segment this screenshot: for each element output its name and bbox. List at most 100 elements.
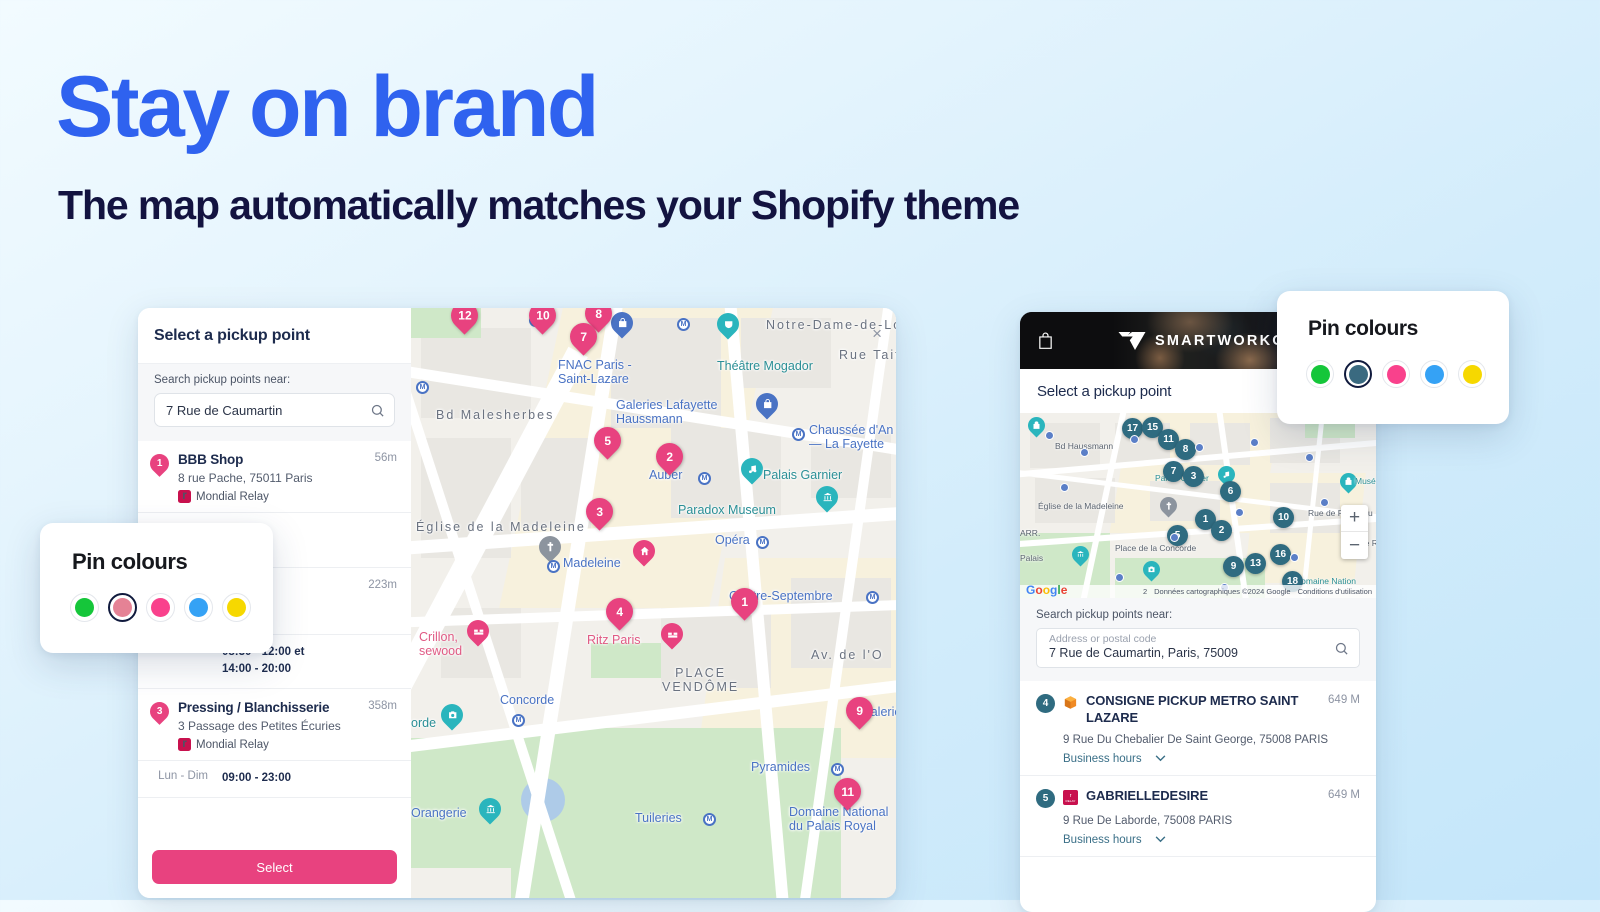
chevron-down-icon [1155, 755, 1165, 762]
colour-swatch-group[interactable] [70, 593, 273, 622]
page-headline: Stay on brand [56, 59, 599, 155]
search-input-placeholder: Address or postal code [1049, 632, 1157, 645]
colour-swatch-yellow[interactable] [1458, 360, 1486, 388]
map-zoom-controls[interactable]: + − [1341, 505, 1368, 559]
map-pin[interactable]: 6 [1220, 481, 1241, 502]
pickup-point-distance: 649 M [1328, 694, 1360, 706]
map-label: Église de la Madeleine [1038, 501, 1124, 511]
pin-colours-popover-dark: Pin colours [1277, 291, 1509, 424]
colour-swatch-blue[interactable] [1420, 360, 1448, 388]
map-pin[interactable]: 3 [1183, 466, 1204, 487]
carrier-name: Mondial Relay [196, 490, 269, 503]
list-item[interactable]: 5 r RELAY GABRIELLEDESIRE 649 M 9 Rue De Labo… [1020, 776, 1376, 857]
search-input-value: 7 Rue de Caumartin, Paris, 75009 [1049, 646, 1238, 661]
smartworkout-mark-icon [1118, 331, 1146, 350]
pickup-point-list[interactable]: 4 CONSIGNE PICKUP METRO SAINT LAZARE 649 M… [1020, 681, 1376, 857]
metro-icon [1170, 533, 1179, 542]
colour-swatch-group[interactable] [1306, 360, 1509, 388]
colour-swatch-teal[interactable] [1344, 360, 1372, 388]
page-subheadline: The map automatically matches your Shopi… [58, 182, 1020, 228]
map-label: Domaine National du Palais Royal [789, 805, 889, 834]
metro-icon [1045, 431, 1054, 440]
pickup-point-distance: 56m [374, 452, 397, 464]
shopping-bag-icon[interactable] [1037, 331, 1054, 350]
panel-footer: Select [138, 840, 411, 898]
map-terms-link[interactable]: Conditions d'utilisation [1298, 587, 1372, 596]
metro-icon: M [866, 591, 879, 604]
pickup-point-name: CONSIGNE PICKUP METRO SAINT LAZARE [1086, 693, 1299, 725]
colour-swatch-green[interactable] [70, 593, 99, 622]
list-item[interactable]: 4 CONSIGNE PICKUP METRO SAINT LAZARE 649 M… [1020, 681, 1376, 776]
colour-swatch-rose[interactable] [108, 593, 137, 622]
metro-icon [1130, 435, 1139, 444]
colour-swatch-pink[interactable] [1382, 360, 1410, 388]
list-item[interactable]: 3 Pressing / Blanchisserie 358m 3 Passage d… [138, 689, 411, 762]
zoom-in-button[interactable]: + [1341, 505, 1368, 532]
map-label: Bd Malesherbes [436, 408, 555, 422]
pin-marker: 4 [1036, 694, 1055, 713]
map-pin[interactable]: 10 [1273, 507, 1294, 528]
pickup-point-distance: 358m [368, 700, 397, 713]
map-light[interactable]: M M M M M M M M M M M FNAC Paris -Saint-… [411, 308, 896, 898]
search-icon [371, 404, 384, 417]
search-section: Search pickup points near: 7 Rue de Caum… [138, 363, 411, 441]
chevron-down-icon [1155, 836, 1165, 843]
business-hours-toggle[interactable]: Business hours [1063, 834, 1360, 846]
metro-icon [1235, 508, 1244, 517]
pickup-point-address: 9 Rue De Laborde, 75008 PARIS [1063, 814, 1233, 827]
search-input[interactable]: 7 Rue de Caumartin [154, 393, 395, 427]
pickup-point-name: Pressing / Blanchisserie [178, 700, 330, 716]
map-label: Galeries Lafayette Haussmann [616, 398, 718, 427]
map-label: Crillon, sewood [419, 630, 463, 659]
map-label: PLACE VENDÔME [662, 666, 740, 695]
map-pin[interactable]: 16 [1270, 544, 1291, 565]
metro-icon [1115, 573, 1124, 582]
map-pin[interactable]: 9 [1223, 556, 1244, 577]
opening-hours-row: Lun - Dim 09:00 - 23:00 [138, 761, 411, 799]
mondial-relay-icon: r [178, 738, 191, 752]
colour-swatch-green[interactable] [1306, 360, 1334, 388]
map-label: FNAC Paris - Saint-Lazare [558, 358, 632, 387]
map-label: Théâtre Mogador [717, 359, 813, 373]
map-label: Madeleine [563, 556, 621, 570]
list-item[interactable]: 1 BBB Shop 56m 8 rue Pache, 75011 Paris r Mon… [138, 441, 411, 513]
map-dark-theme[interactable]: Bd Haussmann Palais Garnier Église de la M… [1020, 413, 1376, 598]
pickup-point-name: BBB Shop [178, 452, 244, 467]
pin-marker: 3 [146, 698, 173, 726]
colour-swatch-pink[interactable] [146, 593, 175, 622]
pickup-point-address: 8 rue Pache, 75011 Paris [178, 471, 313, 485]
map-label: ARR. [1020, 528, 1041, 538]
metro-icon [1290, 553, 1299, 562]
search-icon [1335, 642, 1348, 655]
select-button[interactable]: Select [152, 850, 397, 884]
map-label: Rue Taitbout [839, 348, 896, 362]
map-label: Paradox Museum [678, 503, 776, 517]
colour-swatch-yellow[interactable] [222, 593, 251, 622]
search-section: Search pickup points near: Address or po… [1020, 598, 1376, 681]
mondial-relay-icon: r [178, 490, 191, 503]
pickup-point-name: GABRIELLEDESIRE [1086, 787, 1209, 803]
hours-times: 09:00 - 23:00 [222, 772, 292, 785]
map-label: Av. de l'O [811, 648, 884, 662]
map-pin[interactable]: 8 [1175, 439, 1196, 460]
zoom-out-button[interactable]: − [1341, 532, 1368, 559]
pin-marker: 5 [1036, 788, 1055, 808]
metro-icon: M [512, 714, 525, 727]
map-pin[interactable]: 7 [1163, 461, 1184, 482]
close-icon[interactable]: × [872, 325, 882, 342]
map-pin[interactable]: 13 [1245, 553, 1266, 574]
map-label: Musée [1355, 476, 1376, 486]
business-hours-toggle[interactable]: Business hours [1063, 753, 1360, 765]
pickup-point-address: 3 Passage des Petites Écuries [178, 719, 341, 734]
metro-icon: M [416, 381, 429, 394]
map-label: Orangerie [411, 806, 467, 820]
map-pin[interactable]: 2 [1211, 520, 1232, 541]
carrier-name: Mondial Relay [196, 738, 269, 751]
map-label: Palais Garnier [763, 468, 843, 482]
svg-text:r: r [1070, 793, 1072, 799]
map-label: Tuileries [635, 811, 682, 825]
map-label: orde [411, 716, 437, 730]
search-input[interactable]: Address or postal code 7 Rue de Caumarti… [1036, 628, 1360, 668]
pickup-point-distance: 649 M [1328, 788, 1360, 801]
colour-swatch-blue[interactable] [184, 593, 213, 622]
